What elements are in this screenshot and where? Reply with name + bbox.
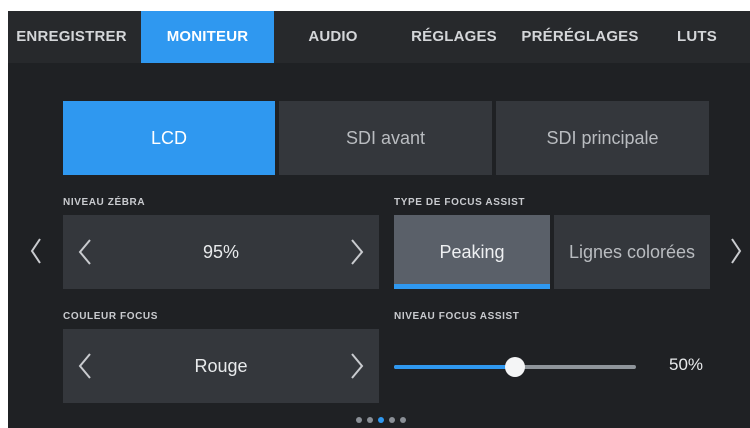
focus-assist-type-label: TYPE DE FOCUS ASSIST: [394, 197, 526, 208]
zebra-increase-button[interactable]: [335, 215, 379, 289]
zebra-level-stepper: 95%: [63, 215, 379, 289]
slider-thumb[interactable]: [505, 357, 525, 377]
output-sdi-avant-button[interactable]: SDI avant: [279, 101, 492, 175]
output-sdi-principale-button[interactable]: SDI principale: [496, 101, 709, 175]
chevron-right-icon: [731, 238, 742, 264]
tab-reglages[interactable]: RÉGLAGES: [392, 11, 516, 63]
output-lcd-button[interactable]: LCD: [63, 101, 275, 175]
tab-audio[interactable]: AUDIO: [274, 11, 392, 63]
slider-fill: [394, 365, 515, 369]
page-dot[interactable]: [356, 417, 362, 423]
chevron-left-icon: [78, 239, 91, 265]
zebra-level-label: NIVEAU ZÉBRA: [63, 197, 146, 208]
tab-luts[interactable]: LUTS: [644, 11, 750, 63]
focus-assist-level-label: NIVEAU FOCUS ASSIST: [394, 311, 520, 322]
next-page-button[interactable]: [724, 233, 748, 269]
zebra-decrease-button[interactable]: [63, 215, 107, 289]
tab-bar: ENREGISTRER MONITEUR AUDIO RÉGLAGES PRÉR…: [8, 11, 750, 63]
page-indicator: [356, 417, 416, 423]
tab-moniteur[interactable]: MONITEUR: [141, 11, 274, 63]
focus-assist-level-slider[interactable]: [394, 357, 636, 377]
chevron-left-icon: [78, 353, 91, 379]
previous-page-button[interactable]: [24, 233, 48, 269]
chevron-right-icon: [351, 353, 364, 379]
page-dot[interactable]: [367, 417, 373, 423]
page-dot[interactable]: [378, 417, 384, 423]
monitor-settings-screen: ENREGISTRER MONITEUR AUDIO RÉGLAGES PRÉR…: [8, 11, 750, 428]
active-underline: [394, 284, 550, 289]
page-dot[interactable]: [389, 417, 395, 423]
chevron-left-icon: [30, 238, 41, 264]
tab-prereglages[interactable]: PRÉRÉGLAGES: [516, 11, 644, 63]
focus-color-value: Rouge: [194, 355, 248, 376]
focus-color-next-button[interactable]: [335, 329, 379, 403]
focus-color-stepper: Rouge: [63, 329, 379, 403]
focus-color-label: COULEUR FOCUS: [63, 311, 159, 322]
focus-type-lignes-colorees-button[interactable]: Lignes colorées: [554, 215, 710, 289]
chevron-right-icon: [351, 239, 364, 265]
focus-type-peaking-label: Peaking: [439, 242, 505, 262]
page-dot[interactable]: [400, 417, 406, 423]
focus-assist-level-value: 50%: [668, 355, 704, 374]
focus-color-previous-button[interactable]: [63, 329, 107, 403]
zebra-level-value: 95%: [202, 241, 240, 262]
focus-type-peaking-button[interactable]: Peaking: [394, 215, 550, 289]
tab-enregistrer[interactable]: ENREGISTRER: [8, 11, 135, 63]
